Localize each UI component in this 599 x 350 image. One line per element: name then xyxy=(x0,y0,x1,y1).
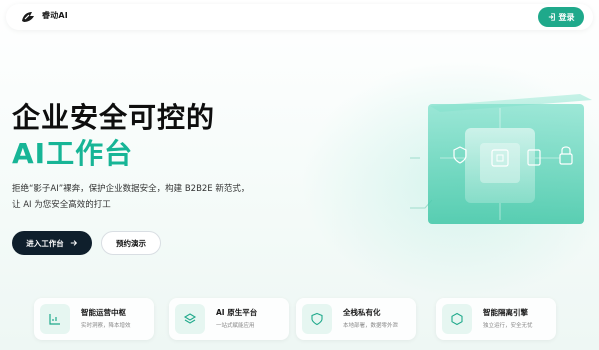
brand-logo-icon[interactable] xyxy=(20,9,36,25)
cube-core-chip xyxy=(480,143,520,183)
hero-description: 拒绝“影子AI”裸奔，保护企业数据安全，构建 B2B2E 新范式， 让 AI 为… xyxy=(12,181,282,213)
shield-icon xyxy=(311,312,323,326)
feature-icon-box xyxy=(302,304,332,334)
feature-title: AI 原生平台 xyxy=(216,308,258,317)
feature-subtitle: 本地部署，数据零外泄 xyxy=(343,323,399,329)
book-demo-button[interactable]: 预约演示 xyxy=(101,231,161,255)
feature-title: 智能运营中枢 xyxy=(81,308,126,317)
feature-card-private[interactable]: 全栈私有化 本地部署，数据零外泄 xyxy=(296,298,416,340)
brand-name[interactable]: 睿动AI xyxy=(42,10,68,21)
hero-description-line2: 让 AI 为您安全高效的打工 xyxy=(12,200,111,210)
top-nav-bar: 睿动AI 登录 xyxy=(6,4,593,30)
feature-title: 全栈私有化 xyxy=(343,308,381,317)
feature-card-isolation[interactable]: 智能隔离引擎 独立运行，安全无忧 xyxy=(436,298,556,340)
login-button[interactable]: 登录 xyxy=(538,7,584,27)
security-cube-illustration xyxy=(410,94,592,224)
feature-card-ops[interactable]: 智能运营中枢 实时洞察，降本增效 xyxy=(34,298,154,340)
feature-icon-box xyxy=(40,304,70,334)
feature-subtitle: 实时洞察，降本增效 xyxy=(81,323,131,329)
hero-title-line1: 企业安全可控的 xyxy=(12,101,216,134)
chart-icon xyxy=(49,314,60,325)
feature-title: 智能隔离引擎 xyxy=(483,308,528,317)
login-icon xyxy=(548,13,555,21)
hero-description-line1: 拒绝“影子AI”裸奔，保护企业数据安全，构建 B2B2E 新范式， xyxy=(12,184,250,194)
book-demo-label: 预约演示 xyxy=(116,238,146,248)
feature-card-platform[interactable]: AI 原生平台 一站式赋能应用 xyxy=(169,298,289,340)
feature-subtitle: 独立运行，安全无忧 xyxy=(483,323,533,329)
enter-workbench-label: 进入工作台 xyxy=(26,238,64,248)
feature-icon-box xyxy=(442,304,472,334)
enter-workbench-button[interactable]: 进入工作台 xyxy=(12,231,92,255)
layers-icon xyxy=(183,313,197,324)
hero-title-line2: AI工作台 xyxy=(12,137,134,170)
hexagon-icon xyxy=(451,312,463,326)
arrow-right-icon xyxy=(70,240,77,246)
feature-icon-box xyxy=(175,304,205,334)
feature-subtitle: 一站式赋能应用 xyxy=(216,323,255,329)
login-label: 登录 xyxy=(558,12,575,22)
